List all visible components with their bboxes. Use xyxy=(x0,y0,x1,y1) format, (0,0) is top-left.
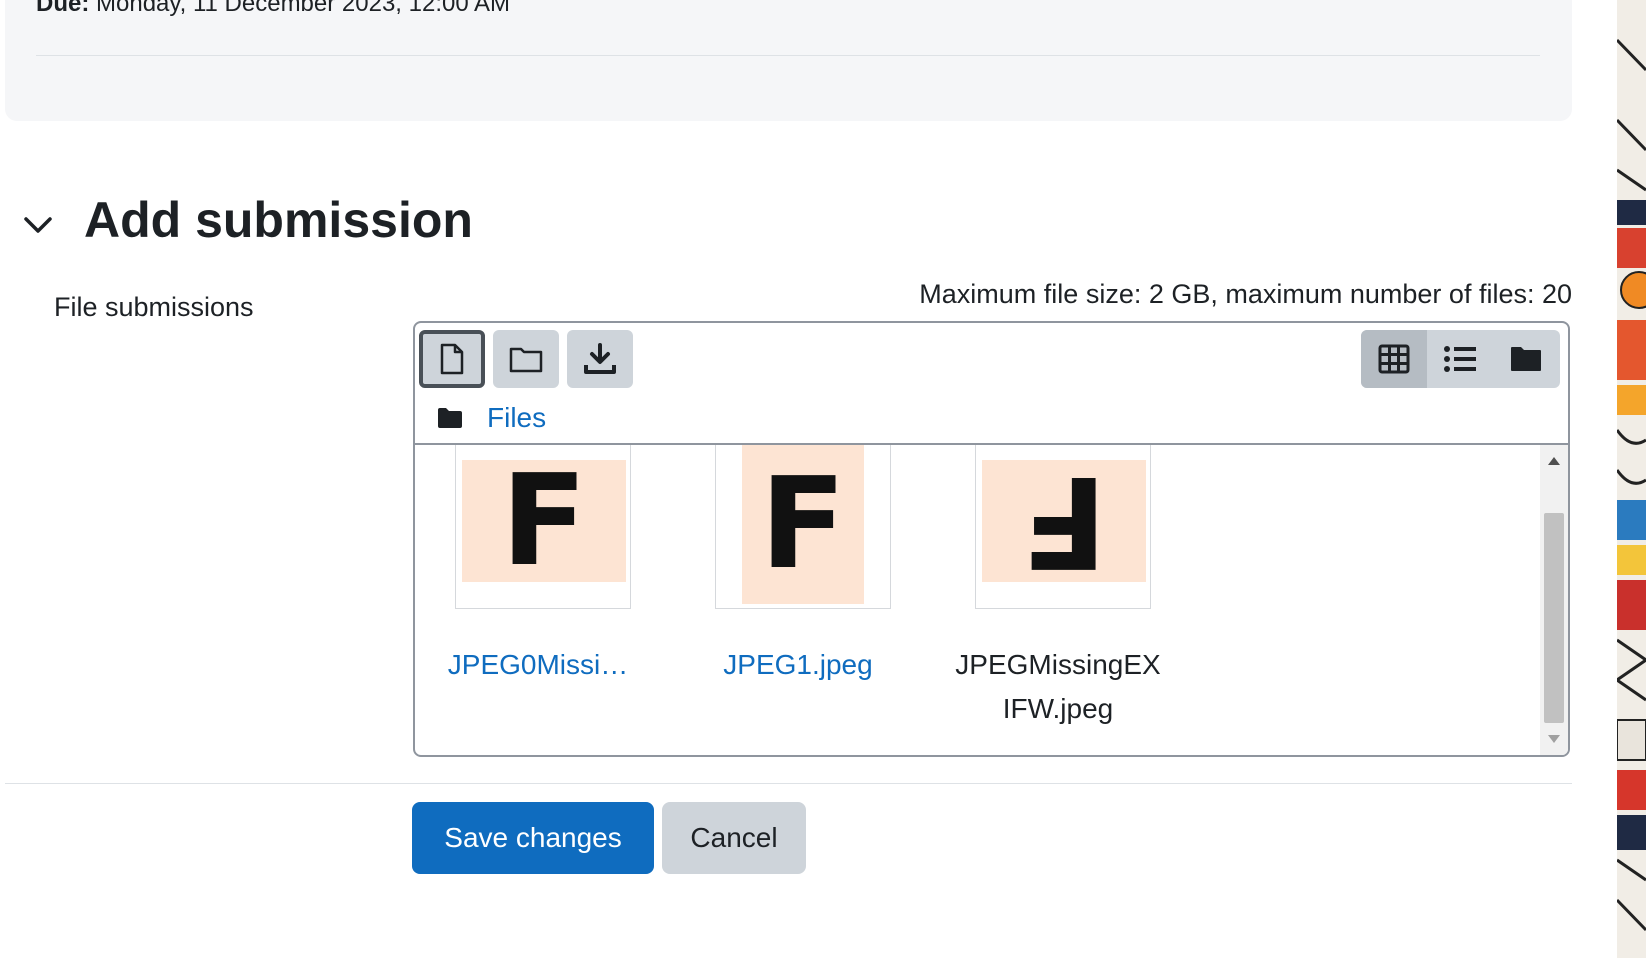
file-name-link[interactable]: JPEG0Missi… xyxy=(433,643,643,687)
file-icon xyxy=(440,343,464,375)
file-manager-toolbar: Files xyxy=(415,323,1568,443)
file-name-link[interactable]: JPEG1.jpeg xyxy=(693,643,903,687)
add-file-button[interactable] xyxy=(419,330,485,388)
file-thumbnail: F xyxy=(975,445,1151,609)
file-name-text[interactable]: JPEGMissingEXIFW.jpeg xyxy=(953,643,1163,731)
thumbnail-glyph: F xyxy=(1020,448,1108,595)
due-date: Due: Monday, 11 December 2023, 12:00 AM xyxy=(36,0,510,18)
breadcrumb: Files xyxy=(437,401,546,435)
background-artwork xyxy=(1617,0,1646,958)
scroll-up-arrow[interactable] xyxy=(1540,449,1568,473)
folder-icon xyxy=(438,408,462,428)
list-icon xyxy=(1444,346,1476,372)
download-all-button[interactable] xyxy=(567,330,633,388)
view-tree-button[interactable] xyxy=(1493,330,1559,388)
section-collapse-toggle[interactable] xyxy=(18,205,58,245)
due-label: Due: xyxy=(36,0,90,17)
field-label: File submissions xyxy=(54,292,254,322)
folder-icon xyxy=(1511,347,1541,371)
thumbnail-image: F xyxy=(742,445,864,604)
thumbnail-glyph: F xyxy=(759,450,847,597)
triangle-down-icon xyxy=(1548,735,1560,743)
file-thumbnail: F xyxy=(715,445,891,609)
file-limits-text: Maximum file size: 2 GB, maximum number … xyxy=(919,279,1572,309)
breadcrumb-files-link[interactable]: Files xyxy=(487,402,546,434)
file-list-scrollbar[interactable] xyxy=(1540,445,1568,755)
thumbnail-image: F xyxy=(982,448,1146,595)
save-changes-button[interactable]: Save changes xyxy=(412,802,654,874)
section-title: Add submission xyxy=(84,192,473,248)
divider xyxy=(36,55,1540,56)
file-manager: Files F JPEG0Missi… F JPEG1.jpeg F JPEGM… xyxy=(413,321,1570,757)
view-icons-button[interactable] xyxy=(1361,330,1427,388)
view-mode-group xyxy=(1361,330,1560,388)
folder-outline-icon xyxy=(509,347,543,373)
view-list-button[interactable] xyxy=(1427,330,1493,388)
cancel-button[interactable]: Cancel xyxy=(662,802,806,874)
thumbnail-glyph: F xyxy=(500,447,588,594)
due-value: Monday, 11 December 2023, 12:00 AM xyxy=(96,0,511,17)
create-folder-button[interactable] xyxy=(493,330,559,388)
scrollbar-thumb[interactable] xyxy=(1544,513,1564,723)
dates-panel xyxy=(5,0,1572,121)
thumbnail-image: F xyxy=(462,447,626,594)
scroll-down-arrow[interactable] xyxy=(1540,727,1568,751)
triangle-up-icon xyxy=(1548,457,1560,465)
file-list: F JPEG0Missi… F JPEG1.jpeg F JPEGMissing… xyxy=(415,443,1568,755)
file-thumbnail: F xyxy=(455,445,631,609)
download-icon xyxy=(584,343,616,374)
chevron-down-icon xyxy=(24,217,52,233)
grid-icon xyxy=(1378,344,1410,374)
form-divider xyxy=(5,783,1572,784)
artwork-image xyxy=(1617,0,1646,958)
